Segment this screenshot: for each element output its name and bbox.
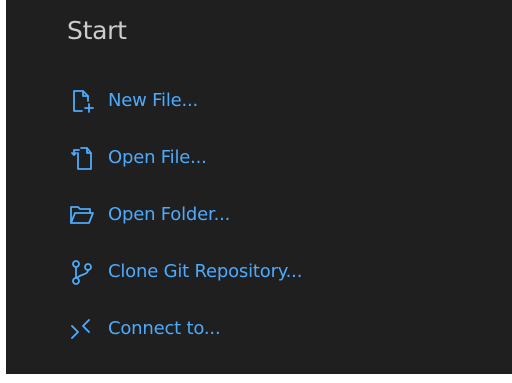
clone-git-repository-link[interactable]: Clone Git Repository... <box>68 252 302 292</box>
clone-git-repository-label: Clone Git Repository... <box>108 261 303 282</box>
new-file-link[interactable]: New File... <box>68 81 198 121</box>
open-file-label: Open File... <box>108 147 207 168</box>
open-file-icon <box>68 143 96 173</box>
new-file-icon <box>68 86 96 116</box>
open-folder-link[interactable]: Open Folder... <box>68 195 230 235</box>
connect-to-label: Connect to... <box>108 318 221 339</box>
new-file-label: New File... <box>108 90 199 111</box>
welcome-start-panel: Start New File... Open File... Open Fold… <box>6 0 512 374</box>
open-folder-icon <box>68 200 96 230</box>
remote-connect-icon <box>68 314 96 344</box>
open-folder-label: Open Folder... <box>108 204 231 225</box>
git-branch-icon <box>68 257 96 287</box>
open-file-link[interactable]: Open File... <box>68 138 207 178</box>
start-heading: Start <box>67 16 127 45</box>
connect-to-link[interactable]: Connect to... <box>68 309 221 349</box>
